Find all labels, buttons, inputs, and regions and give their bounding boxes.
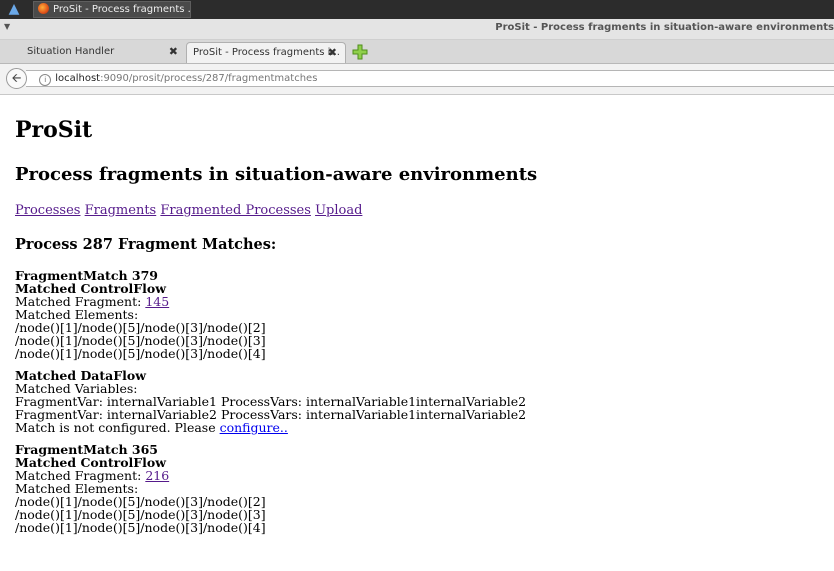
- url-host: localhost: [55, 73, 101, 84]
- new-tab-plus-icon[interactable]: [352, 44, 368, 60]
- taskbar-firefox-task[interactable]: ProSit - Process fragments ...: [33, 1, 191, 18]
- back-arrow-icon: 🡨: [11, 71, 22, 85]
- page-subtitle: Process fragments in situation-aware env…: [15, 164, 538, 185]
- nav-link-fragments[interactable]: Fragments: [85, 203, 157, 218]
- close-tab-icon[interactable]: ✖: [169, 42, 178, 62]
- url-bar[interactable]: i localhost:9090/prosit/process/287/fragm…: [26, 70, 834, 87]
- window-titlebar: ▼ ProSit - Process fragments in situatio…: [0, 19, 834, 40]
- window-title: ProSit - Process fragments in situation-…: [495, 22, 834, 33]
- fragment-match: FragmentMatch 379 Matched ControlFlow Ma…: [15, 269, 830, 434]
- matched-element: /node()[1]/node()[5]/node()[3]/node()[4]: [15, 520, 266, 535]
- page-content: ProSit Process fragments in situation-aw…: [15, 95, 830, 534]
- matched-fragment-link[interactable]: 216: [145, 468, 169, 483]
- nav-link-fragmented-processes[interactable]: Fragmented Processes: [160, 203, 311, 218]
- window-menu-icon[interactable]: ▼: [4, 22, 10, 31]
- nav-links: Processes Fragments Fragmented Processes…: [15, 203, 830, 219]
- tab-label: ProSit - Process fragments i...: [193, 47, 340, 58]
- nav-link-upload[interactable]: Upload: [315, 203, 362, 218]
- matched-fragment-link[interactable]: 145: [145, 294, 169, 309]
- page-title: ProSit: [15, 117, 93, 143]
- tab-label: Situation Handler: [27, 46, 115, 57]
- taskbar-task-label: ProSit - Process fragments ...: [53, 4, 191, 15]
- nav-link-processes[interactable]: Processes: [15, 203, 80, 218]
- config-text: Match is not configured. Please: [15, 420, 220, 435]
- url-path: :9090/prosit/process/287/fragmentmatches: [100, 73, 318, 84]
- tab-prosit[interactable]: ProSit - Process fragments i... ✖: [186, 42, 346, 63]
- navigation-toolbar: i localhost:9090/prosit/process/287/fragm…: [0, 64, 834, 95]
- site-info-icon[interactable]: i: [39, 74, 52, 86]
- matched-element: /node()[1]/node()[5]/node()[3]/node()[4]: [15, 346, 266, 361]
- section-title: Process 287 Fragment Matches:: [15, 236, 277, 253]
- tab-strip: Situation Handler ✖ ProSit - Process fra…: [0, 40, 834, 64]
- start-menu-icon[interactable]: ▲: [4, 1, 24, 18]
- configure-link[interactable]: configure..: [220, 420, 288, 435]
- os-taskbar: ▲ ProSit - Process fragments ...: [0, 0, 834, 19]
- close-tab-icon[interactable]: ✖: [328, 43, 337, 63]
- data-flow-title: Matched DataFlow: [15, 368, 146, 383]
- fragment-match: FragmentMatch 365 Matched ControlFlow Ma…: [15, 443, 830, 534]
- back-button[interactable]: 🡨: [6, 68, 27, 89]
- tab-situation-handler[interactable]: Situation Handler ✖: [0, 42, 186, 63]
- firefox-icon: [38, 3, 49, 14]
